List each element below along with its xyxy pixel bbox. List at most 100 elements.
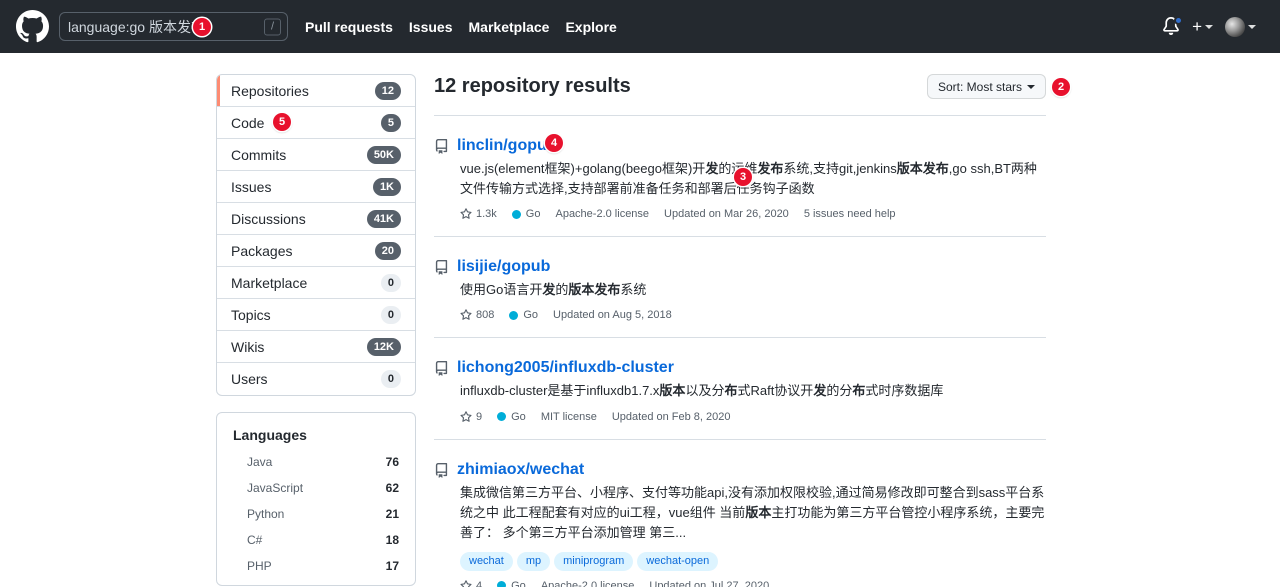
repo-stars[interactable]: 4 bbox=[460, 580, 482, 587]
annotation-badge-4: 4 bbox=[545, 134, 563, 152]
nav-marketplace[interactable]: Marketplace bbox=[469, 19, 550, 35]
repo-topics: wechat mp miniprogram wechat-open bbox=[460, 552, 1046, 571]
notifications-button[interactable] bbox=[1162, 17, 1180, 37]
user-menu[interactable] bbox=[1225, 17, 1256, 37]
repo-language-label: Go bbox=[526, 208, 541, 220]
sidebar-item-label: Users bbox=[231, 371, 381, 387]
repo-stars-count: 808 bbox=[476, 309, 494, 321]
global-header: language:go 版本发布 / Pull requests Issues … bbox=[0, 0, 1280, 53]
language-color-dot bbox=[497, 412, 506, 421]
sidebar-item-label: Repositories bbox=[231, 83, 375, 99]
sidebar-item-label: Packages bbox=[231, 243, 375, 259]
sidebar-item-label: Commits bbox=[231, 147, 367, 163]
repo-stars[interactable]: 808 bbox=[460, 309, 494, 321]
nav-explore[interactable]: Explore bbox=[565, 19, 616, 35]
languages-title: Languages bbox=[217, 427, 415, 449]
repo-stars-count: 1.3k bbox=[476, 208, 497, 220]
language-name: Python bbox=[247, 507, 386, 521]
language-name: C# bbox=[247, 533, 386, 547]
repo-icon bbox=[434, 260, 449, 275]
language-filter-php[interactable]: PHP 17 bbox=[217, 553, 415, 579]
languages-filter-card: Languages Java 76 JavaScript 62 Python 2… bbox=[216, 412, 416, 586]
sidebar-item-count: 5 bbox=[381, 114, 401, 132]
repo-description: 集成微信第三方平台、小程序、支付等功能api,没有添加权限校验,通过简易修改即可… bbox=[460, 483, 1046, 543]
repo-description: influxdb-cluster是基于influxdb1.7.x版本以及分布式R… bbox=[460, 381, 1046, 401]
sidebar-item-label: Code bbox=[231, 115, 381, 131]
repo-name-link[interactable]: lichong2005/influxdb-cluster bbox=[457, 358, 674, 378]
plus-icon: + bbox=[1192, 18, 1202, 35]
sidebar-item-count: 0 bbox=[381, 370, 401, 388]
repo-stars[interactable]: 1.3k bbox=[460, 208, 497, 220]
sidebar: Repositories 12 Code 5 Commits 50K Issue… bbox=[216, 74, 416, 587]
repo-meta: 1.3k Go Apache-2.0 license Updated on Ma… bbox=[460, 208, 1046, 220]
repo-updated: Updated on Aug 5, 2018 bbox=[553, 309, 672, 321]
sidebar-item-label: Wikis bbox=[231, 339, 367, 355]
create-new-menu[interactable]: + bbox=[1192, 18, 1213, 35]
repo-name-link[interactable]: lisijie/gopub bbox=[457, 257, 550, 277]
repo-stars[interactable]: 9 bbox=[460, 411, 482, 423]
search-type-menu: Repositories 12 Code 5 Commits 50K Issue… bbox=[216, 74, 416, 396]
github-mark-icon[interactable] bbox=[16, 10, 49, 43]
topic-tag[interactable]: mp bbox=[517, 552, 550, 571]
topic-tag[interactable]: miniprogram bbox=[554, 552, 633, 571]
sidebar-item-code[interactable]: Code 5 bbox=[217, 107, 415, 139]
sidebar-item-users[interactable]: Users 0 bbox=[217, 363, 415, 395]
sidebar-item-packages[interactable]: Packages 20 bbox=[217, 235, 415, 267]
search-input[interactable]: language:go 版本发布 / bbox=[59, 12, 288, 41]
topic-tag[interactable]: wechat-open bbox=[637, 552, 718, 571]
sidebar-item-label: Topics bbox=[231, 307, 381, 323]
annotation-badge-1: 1 bbox=[193, 18, 211, 36]
nav-pull-requests[interactable]: Pull requests bbox=[305, 19, 393, 35]
sidebar-item-topics[interactable]: Topics 0 bbox=[217, 299, 415, 331]
sort-dropdown[interactable]: Sort: Most stars bbox=[927, 74, 1046, 99]
repo-language: Go bbox=[497, 580, 526, 587]
avatar bbox=[1225, 17, 1245, 37]
header-nav: Pull requests Issues Marketplace Explore bbox=[305, 19, 617, 35]
repo-name-link[interactable]: linclin/gopub bbox=[457, 136, 557, 156]
repo-name-link[interactable]: zhimiaox/wechat bbox=[457, 460, 584, 480]
language-color-dot bbox=[497, 581, 506, 587]
sidebar-item-wikis[interactable]: Wikis 12K bbox=[217, 331, 415, 363]
nav-issues[interactable]: Issues bbox=[409, 19, 453, 35]
repo-language-label: Go bbox=[523, 309, 538, 321]
sidebar-item-label: Marketplace bbox=[231, 275, 381, 291]
sidebar-item-count: 20 bbox=[375, 242, 401, 260]
sidebar-item-count: 50K bbox=[367, 146, 401, 164]
repo-stars-count: 4 bbox=[476, 580, 482, 587]
star-icon bbox=[460, 580, 472, 587]
annotation-badge-3: 3 bbox=[734, 168, 752, 186]
repo-language-label: Go bbox=[511, 580, 526, 587]
page-title: 12 repository results bbox=[434, 75, 631, 98]
repo-meta: 4 Go Apache-2.0 license Updated on Jul 2… bbox=[460, 580, 1046, 587]
sidebar-item-issues[interactable]: Issues 1K bbox=[217, 171, 415, 203]
repo-stars-count: 9 bbox=[476, 411, 482, 423]
language-count: 17 bbox=[386, 559, 399, 573]
sidebar-item-count: 1K bbox=[373, 178, 401, 196]
sidebar-item-count: 0 bbox=[381, 306, 401, 324]
language-filter-javascript[interactable]: JavaScript 62 bbox=[217, 475, 415, 501]
repo-updated: Updated on Feb 8, 2020 bbox=[612, 411, 731, 423]
repo-license: MIT license bbox=[541, 411, 597, 423]
topic-tag[interactable]: wechat bbox=[460, 552, 513, 571]
search-shortcut-key: / bbox=[264, 18, 281, 35]
sort-dropdown-label: Sort: Most stars bbox=[938, 80, 1022, 94]
repo-updated: Updated on Jul 27, 2020 bbox=[649, 580, 769, 587]
results-header: 12 repository results Sort: Most stars bbox=[434, 74, 1046, 116]
language-filter-python[interactable]: Python 21 bbox=[217, 501, 415, 527]
language-filter-java[interactable]: Java 76 bbox=[217, 449, 415, 475]
sidebar-item-repositories[interactable]: Repositories 12 bbox=[217, 75, 415, 107]
language-filter-csharp[interactable]: C# 18 bbox=[217, 527, 415, 553]
repo-icon bbox=[434, 139, 449, 154]
sidebar-item-commits[interactable]: Commits 50K bbox=[217, 139, 415, 171]
sidebar-item-count: 41K bbox=[367, 210, 401, 228]
language-count: 18 bbox=[386, 533, 399, 547]
repo-result-item: lichong2005/influxdb-cluster influxdb-cl… bbox=[434, 338, 1046, 439]
repo-result-item: zhimiaox/wechat 集成微信第三方平台、小程序、支付等功能api,没… bbox=[434, 440, 1046, 587]
language-count: 21 bbox=[386, 507, 399, 521]
repo-issues-need-help[interactable]: 5 issues need help bbox=[804, 208, 896, 220]
annotation-badge-5: 5 bbox=[273, 113, 291, 131]
sidebar-item-marketplace[interactable]: Marketplace 0 bbox=[217, 267, 415, 299]
language-name: Java bbox=[247, 455, 386, 469]
sidebar-item-discussions[interactable]: Discussions 41K bbox=[217, 203, 415, 235]
chevron-down-icon bbox=[1248, 25, 1256, 29]
